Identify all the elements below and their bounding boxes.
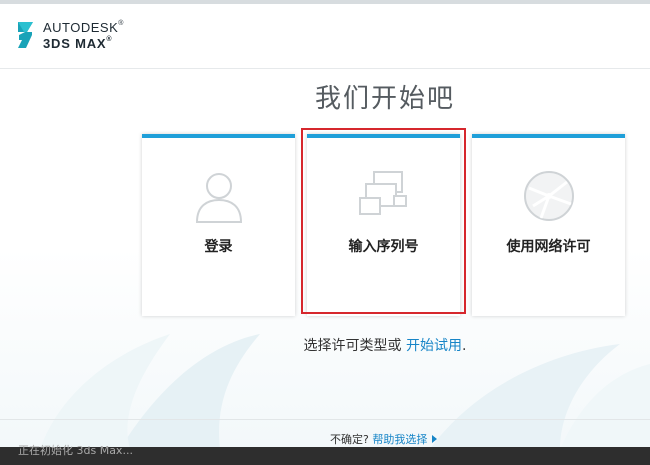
- header-divider: [0, 68, 650, 69]
- help-me-choose-link[interactable]: 帮助我选择: [372, 433, 427, 446]
- footer-divider: [0, 419, 650, 420]
- network-license-label: 使用网络许可: [506, 239, 591, 255]
- login-label: 登录: [204, 239, 233, 255]
- product-name: 3DS MAX®: [43, 36, 113, 51]
- license-prompt: 选择许可类型或: [303, 338, 402, 354]
- status-bar: 正在初始化 3ds Max...: [0, 444, 650, 465]
- autodesk-3dsmax-logo: AUTODESK® 3DS MAX®: [16, 16, 136, 56]
- network-globe-icon: [523, 171, 574, 221]
- help-line: 不确定? 帮助我选择: [330, 431, 438, 447]
- network-license-card[interactable]: 使用网络许可: [472, 134, 625, 316]
- play-arrow-icon[interactable]: [432, 435, 438, 443]
- status-text: 正在初始化 3ds Max...: [18, 444, 133, 457]
- brand-name: AUTODESK®: [43, 20, 124, 35]
- selection-highlight: [301, 128, 466, 314]
- start-trial-link[interactable]: 开始试用: [406, 338, 462, 354]
- user-silhouette-icon: [195, 173, 242, 223]
- license-type-line: 选择许可类型或 开始试用.: [0, 335, 650, 355]
- page-title: 我们开始吧: [314, 84, 455, 114]
- 3dsmax-logo-icon: [18, 22, 33, 48]
- help-prompt: 不确定?: [330, 433, 369, 446]
- license-period: .: [462, 338, 467, 354]
- login-card[interactable]: 登录: [142, 134, 295, 316]
- welcome-window: AUTODESK® 3DS MAX® 我们开始吧 登录 输入序列号 使用网络许可…: [0, 4, 650, 447]
